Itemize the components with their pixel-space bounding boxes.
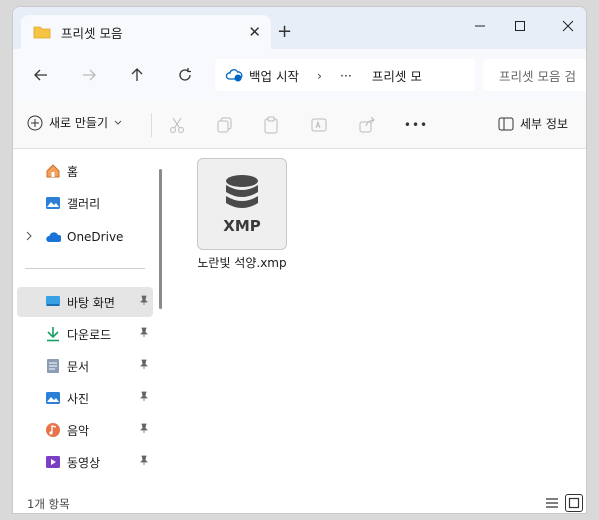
sidebar-item-pictures[interactable]: 사진 bbox=[17, 383, 153, 413]
tab-preset-collection[interactable]: 프리셋 모음 ✕ bbox=[21, 15, 271, 49]
pin-icon[interactable] bbox=[139, 423, 149, 436]
pin-icon[interactable] bbox=[139, 295, 149, 308]
sidebar-item-label: 문서 bbox=[67, 359, 90, 374]
sidebar-item-label: 사진 bbox=[67, 391, 90, 406]
minimize-button[interactable] bbox=[465, 13, 495, 39]
sidebar-item-label: 동영상 bbox=[67, 455, 101, 470]
list-view-icon bbox=[546, 498, 558, 508]
sidebar-item-label: OneDrive bbox=[67, 230, 124, 244]
item-count: 1개 항목 bbox=[27, 497, 70, 511]
file-item[interactable]: XMP 노란빛 석양.xmp bbox=[194, 158, 290, 271]
toolbar-divider bbox=[151, 113, 152, 137]
chevron-right-icon[interactable] bbox=[25, 231, 33, 244]
sidebar-item-onedrive[interactable]: OneDrive bbox=[17, 222, 153, 252]
cut-icon[interactable] bbox=[167, 115, 187, 135]
paste-icon[interactable] bbox=[261, 115, 281, 135]
pin-icon[interactable] bbox=[139, 327, 149, 340]
sidebar-scrollbar-thumb[interactable] bbox=[159, 169, 162, 309]
pin-icon[interactable] bbox=[139, 359, 149, 372]
breadcrumb-segment[interactable]: 프리셋 모 bbox=[372, 66, 422, 85]
plus-circle-icon bbox=[27, 115, 43, 130]
sidebar-item-label: 바탕 화면 bbox=[67, 295, 115, 310]
sidebar-item-downloads[interactable]: 다운로드 bbox=[17, 319, 153, 349]
sidebar-item-home[interactable]: 홈 bbox=[17, 156, 153, 186]
database-icon bbox=[226, 175, 258, 208]
navigation-bar: 백업 시작 › ··· 프리셋 모 프리셋 모음 검 bbox=[13, 49, 586, 101]
chevron-down-icon bbox=[114, 120, 122, 125]
music-icon bbox=[45, 422, 61, 438]
command-bar: 새로 만들기 ••• 세부 정보 bbox=[13, 101, 586, 149]
gallery-icon bbox=[45, 195, 61, 211]
refresh-button[interactable] bbox=[171, 63, 199, 87]
xmp-file-icon: XMP bbox=[197, 158, 287, 250]
share-icon[interactable] bbox=[357, 115, 377, 135]
folder-icon bbox=[33, 25, 51, 39]
details-pane-button[interactable]: 세부 정보 bbox=[498, 115, 568, 132]
pin-icon[interactable] bbox=[139, 455, 149, 468]
details-label: 세부 정보 bbox=[520, 117, 568, 131]
file-name: 노란빛 석양.xmp bbox=[197, 256, 287, 270]
sidebar-item-music[interactable]: 음악 bbox=[17, 415, 153, 445]
tab-title: 프리셋 모음 bbox=[61, 25, 123, 41]
details-pane-icon bbox=[498, 117, 514, 130]
new-item-button[interactable]: 새로 만들기 bbox=[27, 114, 122, 131]
title-bar: 프리셋 모음 ✕ + bbox=[13, 7, 586, 49]
pin-icon[interactable] bbox=[139, 391, 149, 404]
onedrive-icon bbox=[45, 229, 61, 245]
new-item-label: 새로 만들기 bbox=[49, 116, 109, 130]
file-type-badge: XMP bbox=[223, 217, 261, 235]
refresh-icon bbox=[179, 68, 191, 81]
search-input[interactable]: 프리셋 모음 검 bbox=[483, 59, 586, 91]
home-icon bbox=[45, 163, 61, 179]
new-tab-button[interactable]: + bbox=[277, 21, 292, 42]
tab-close-button[interactable]: ✕ bbox=[248, 23, 261, 41]
sidebar-item-label: 음악 bbox=[67, 423, 90, 438]
breadcrumb-separator[interactable]: › bbox=[317, 68, 322, 83]
back-arrow-icon bbox=[34, 69, 47, 81]
up-button[interactable] bbox=[123, 63, 151, 87]
file-list-pane: XMP 노란빛 석양.xmp bbox=[168, 150, 586, 490]
large-icons-view-button[interactable] bbox=[565, 494, 583, 512]
up-arrow-icon bbox=[131, 68, 143, 81]
navigation-pane: 홈 갤러리 OneDrive 바탕 화면 다운로드 문서 사진 음악 동영상 bbox=[13, 150, 163, 490]
sidebar-item-videos[interactable]: 동영상 bbox=[17, 447, 153, 477]
maximize-button[interactable] bbox=[505, 13, 535, 39]
sidebar-item-desktop[interactable]: 바탕 화면 bbox=[17, 287, 153, 317]
documents-icon bbox=[45, 358, 61, 374]
videos-icon bbox=[45, 454, 61, 470]
desktop-icon bbox=[45, 294, 61, 310]
sidebar-item-documents[interactable]: 문서 bbox=[17, 351, 153, 381]
breadcrumb-ellipsis[interactable]: ··· bbox=[340, 68, 352, 83]
breadcrumb-segment[interactable]: 백업 시작 bbox=[249, 66, 299, 85]
copy-icon[interactable] bbox=[215, 115, 235, 135]
status-bar: 1개 항목 bbox=[13, 490, 586, 513]
back-button[interactable] bbox=[27, 63, 55, 87]
rename-icon[interactable] bbox=[309, 115, 329, 135]
address-bar[interactable]: 백업 시작 › ··· 프리셋 모 bbox=[215, 59, 475, 91]
file-explorer-window: 프리셋 모음 ✕ + 백업 시작 › ··· 프리셋 모 프리셋 모음 검 새로… bbox=[12, 6, 587, 514]
forward-arrow-icon bbox=[83, 69, 96, 81]
sidebar-item-label: 다운로드 bbox=[67, 327, 112, 342]
tiles-view-icon bbox=[568, 497, 580, 509]
onedrive-backup-icon bbox=[225, 67, 243, 83]
more-options-button[interactable]: ••• bbox=[403, 115, 429, 135]
forward-button[interactable] bbox=[75, 63, 103, 87]
sidebar-divider bbox=[25, 268, 145, 269]
sidebar-item-gallery[interactable]: 갤러리 bbox=[17, 188, 153, 218]
close-window-button[interactable] bbox=[553, 13, 583, 39]
download-icon bbox=[45, 326, 61, 342]
details-view-button[interactable] bbox=[543, 494, 561, 512]
sidebar-item-label: 갤러리 bbox=[67, 196, 101, 211]
sidebar-item-label: 홈 bbox=[67, 164, 79, 179]
pictures-icon bbox=[45, 390, 61, 406]
